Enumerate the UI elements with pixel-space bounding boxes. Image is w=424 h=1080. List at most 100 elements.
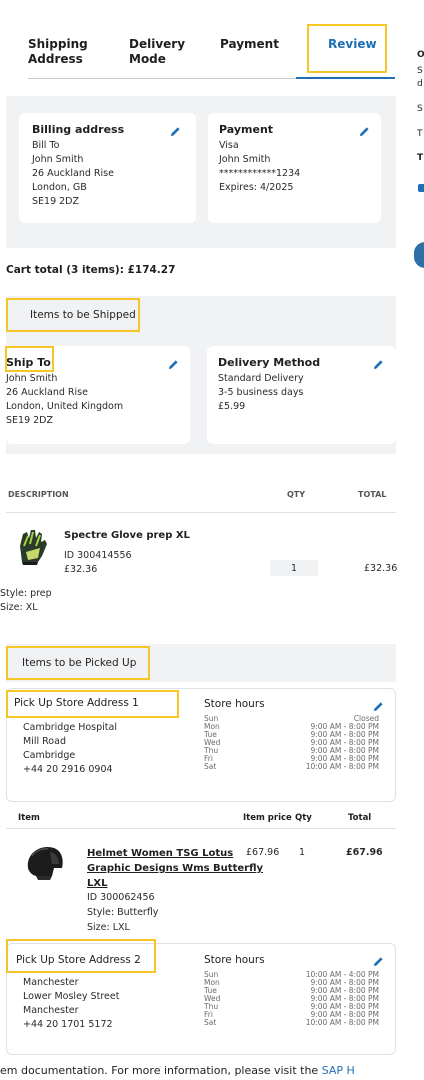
- store-address-line: Mill Road: [23, 736, 66, 747]
- items-shipped-heading: Items to be Shipped: [30, 309, 136, 321]
- tab-label: Mode: [129, 52, 166, 66]
- delivery-line: 3-5 business days: [218, 387, 304, 398]
- column-header-item-price: Item price: [243, 813, 292, 823]
- column-header-total: Total: [348, 813, 372, 823]
- column-header-item: Item: [18, 813, 40, 823]
- highlight-box: [6, 690, 179, 718]
- checkbox-icon[interactable]: [418, 184, 424, 192]
- footer-copy: em documentation. For more information, …: [0, 1064, 322, 1077]
- pencil-icon[interactable]: [373, 701, 384, 712]
- address-line: Bill To: [32, 140, 60, 151]
- payment-line: John Smith: [219, 154, 271, 165]
- tab-shipping-address[interactable]: Shipping Address: [28, 37, 88, 67]
- payment-card: Payment Visa John Smith ************1234…: [208, 113, 381, 223]
- delivery-line: Standard Delivery: [218, 373, 304, 384]
- pencil-icon[interactable]: [170, 126, 181, 137]
- address-line: 26 Auckland Rise: [6, 387, 88, 398]
- product-size: Size: XL: [0, 602, 38, 613]
- store-address-line: Lower Mosley Street: [23, 991, 120, 1002]
- pencil-icon[interactable]: [373, 956, 384, 967]
- address-line: London, GB: [32, 182, 87, 193]
- tab-label: Payment: [220, 37, 279, 51]
- delivery-method-title: Delivery Method: [218, 356, 321, 369]
- pencil-icon[interactable]: [373, 359, 384, 370]
- highlight-box: [5, 346, 54, 372]
- tab-delivery-mode[interactable]: Delivery Mode: [129, 37, 185, 67]
- sidebar-text: T: [417, 129, 423, 139]
- store-address-line: +44 20 2916 0904: [23, 764, 113, 775]
- address-line: SE19 2DZ: [6, 415, 54, 426]
- highlight-box: [6, 939, 156, 973]
- store-address-line: +44 20 1701 5172: [23, 1019, 113, 1030]
- product-name-line: Graphic Designs Wms Butterfly: [87, 863, 264, 874]
- divider: [6, 512, 396, 513]
- divider: [6, 828, 396, 829]
- glove-product-image[interactable]: [14, 526, 52, 566]
- product-price: £32.36: [64, 564, 98, 575]
- store-address-line: Manchester: [23, 977, 79, 988]
- tab-divider: [28, 78, 296, 79]
- product-id: ID 300414556: [64, 550, 132, 561]
- sidebar-text: O: [417, 50, 424, 60]
- highlight-box: [307, 24, 387, 73]
- store-address-line: Cambridge: [23, 750, 76, 761]
- cart-total: Cart total (3 items): £174.27: [6, 264, 176, 276]
- tab-label: Shipping: [28, 37, 88, 51]
- address-line: SE19 2DZ: [32, 196, 80, 207]
- payment-line: ************1234: [219, 168, 301, 179]
- product-size: Size: LXL: [87, 922, 130, 933]
- product-name[interactable]: Spectre Glove prep XL: [64, 530, 190, 541]
- sidebar-text: d: [417, 79, 423, 89]
- tab-payment[interactable]: Payment: [220, 37, 279, 52]
- product-style: Style: Butterfly: [87, 907, 159, 918]
- column-header-description: DESCRIPTION: [8, 490, 69, 499]
- store-hours-title: Store hours: [204, 954, 265, 966]
- address-line: 26 Auckland Rise: [32, 168, 114, 179]
- product-name-line: LXL: [87, 878, 108, 889]
- day-label: Sat: [204, 1018, 217, 1027]
- column-header-qty: QTY: [287, 490, 306, 499]
- footer-link[interactable]: SAP H: [322, 1064, 355, 1077]
- sidebar-text: S: [417, 104, 423, 114]
- helmet-product-image[interactable]: [24, 842, 66, 882]
- payment-line: Visa: [219, 140, 239, 151]
- billing-address-title: Billing address: [32, 123, 125, 136]
- delivery-method-card: Delivery Method Standard Delivery 3-5 bu…: [207, 346, 396, 444]
- payment-line: Expires: 4/2025: [219, 182, 294, 193]
- product-name-line: Helmet Women TSG Lotus: [87, 848, 234, 859]
- address-line: John Smith: [6, 373, 58, 384]
- active-tab-underline: [296, 77, 395, 79]
- sidebar-text: S: [417, 66, 423, 76]
- product-qty: 1: [299, 847, 306, 858]
- address-line: John Smith: [32, 154, 84, 165]
- store-hours-title: Store hours: [204, 698, 265, 710]
- place-order-button[interactable]: [414, 242, 424, 268]
- tab-label: Delivery: [129, 37, 186, 51]
- product-id: ID 300062456: [87, 892, 155, 903]
- billing-address-card: Billing address Bill To John Smith 26 Au…: [19, 113, 196, 223]
- pencil-icon[interactable]: [168, 359, 179, 370]
- hours-value: 10:00 AM - 8:00 PM: [305, 1018, 379, 1027]
- product-total: £67.96: [346, 847, 383, 858]
- hours-value: 10:00 AM - 8:00 PM: [305, 762, 379, 771]
- store-address-line: Cambridge Hospital: [23, 722, 117, 733]
- tab-label: Address: [28, 52, 83, 66]
- product-style: Style: prep: [0, 588, 52, 599]
- payment-title: Payment: [219, 123, 274, 136]
- delivery-line: £5.99: [218, 401, 246, 412]
- product-price: £67.96: [246, 847, 280, 858]
- day-label: Sat: [204, 762, 217, 771]
- summary-panel: Billing address Bill To John Smith 26 Au…: [6, 96, 396, 248]
- product-qty: 1: [291, 563, 298, 574]
- address-line: London, United Kingdom: [6, 401, 124, 412]
- product-name-link[interactable]: Helmet Women TSG Lotus Graphic Designs W…: [87, 846, 263, 891]
- shipping-panel: Ship To John Smith 26 Auckland Rise Lond…: [6, 334, 396, 454]
- column-header-qty: Qty: [295, 813, 312, 823]
- pencil-icon[interactable]: [359, 126, 370, 137]
- column-header-total: TOTAL: [358, 490, 387, 499]
- product-total: £32.36: [364, 563, 398, 574]
- sidebar-text: T: [417, 153, 424, 163]
- footer-text: em documentation. For more information, …: [0, 1064, 355, 1077]
- store-address-line: Manchester: [23, 1005, 79, 1016]
- items-pickup-heading: Items to be Picked Up: [22, 657, 137, 669]
